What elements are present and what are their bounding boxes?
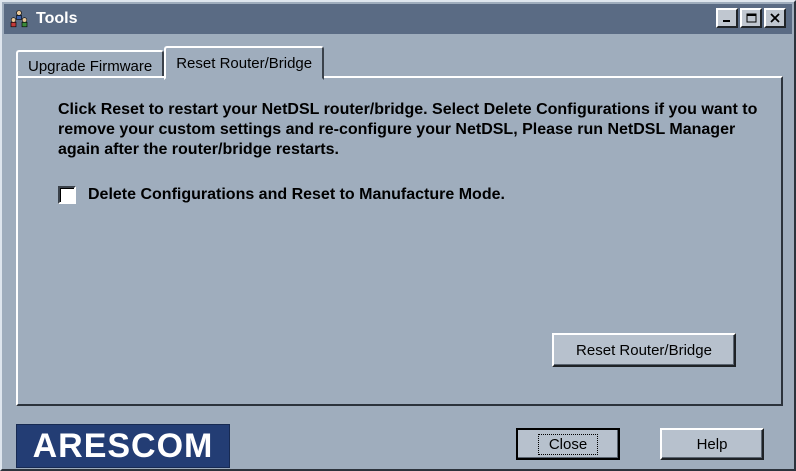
- window-title: Tools: [36, 10, 78, 27]
- tools-window: Tools Upgrade Firmware Reset Router/Brid…: [0, 0, 796, 471]
- logo-text: ARESCOM: [32, 426, 214, 465]
- delete-config-label[interactable]: Delete Configurations and Reset to Manuf…: [88, 186, 505, 204]
- network-people-icon: [8, 8, 30, 30]
- close-icon: [770, 13, 780, 23]
- window-controls: [716, 8, 786, 28]
- reset-router-panel: Click Reset to restart your NetDSL route…: [16, 76, 783, 406]
- arescom-logo: ARESCOM: [16, 424, 230, 468]
- maximize-button[interactable]: [740, 8, 762, 28]
- help-button[interactable]: Help: [660, 428, 764, 460]
- delete-config-checkbox[interactable]: [58, 186, 76, 204]
- close-window-button[interactable]: [764, 8, 786, 28]
- minimize-icon: [723, 20, 730, 22]
- delete-config-row: Delete Configurations and Reset to Manuf…: [58, 186, 505, 204]
- close-button[interactable]: Close: [516, 428, 620, 460]
- reset-router-button[interactable]: Reset Router/Bridge: [552, 333, 736, 367]
- tab-reset-router-bridge[interactable]: Reset Router/Bridge: [164, 46, 325, 80]
- minimize-button[interactable]: [716, 8, 738, 28]
- tab-strip: Upgrade Firmware Reset Router/Bridge: [16, 46, 325, 80]
- maximize-icon: [746, 13, 756, 23]
- title-bar[interactable]: Tools: [4, 4, 792, 34]
- reset-description: Click Reset to restart your NetDSL route…: [58, 101, 758, 158]
- close-button-label: Close: [537, 433, 599, 455]
